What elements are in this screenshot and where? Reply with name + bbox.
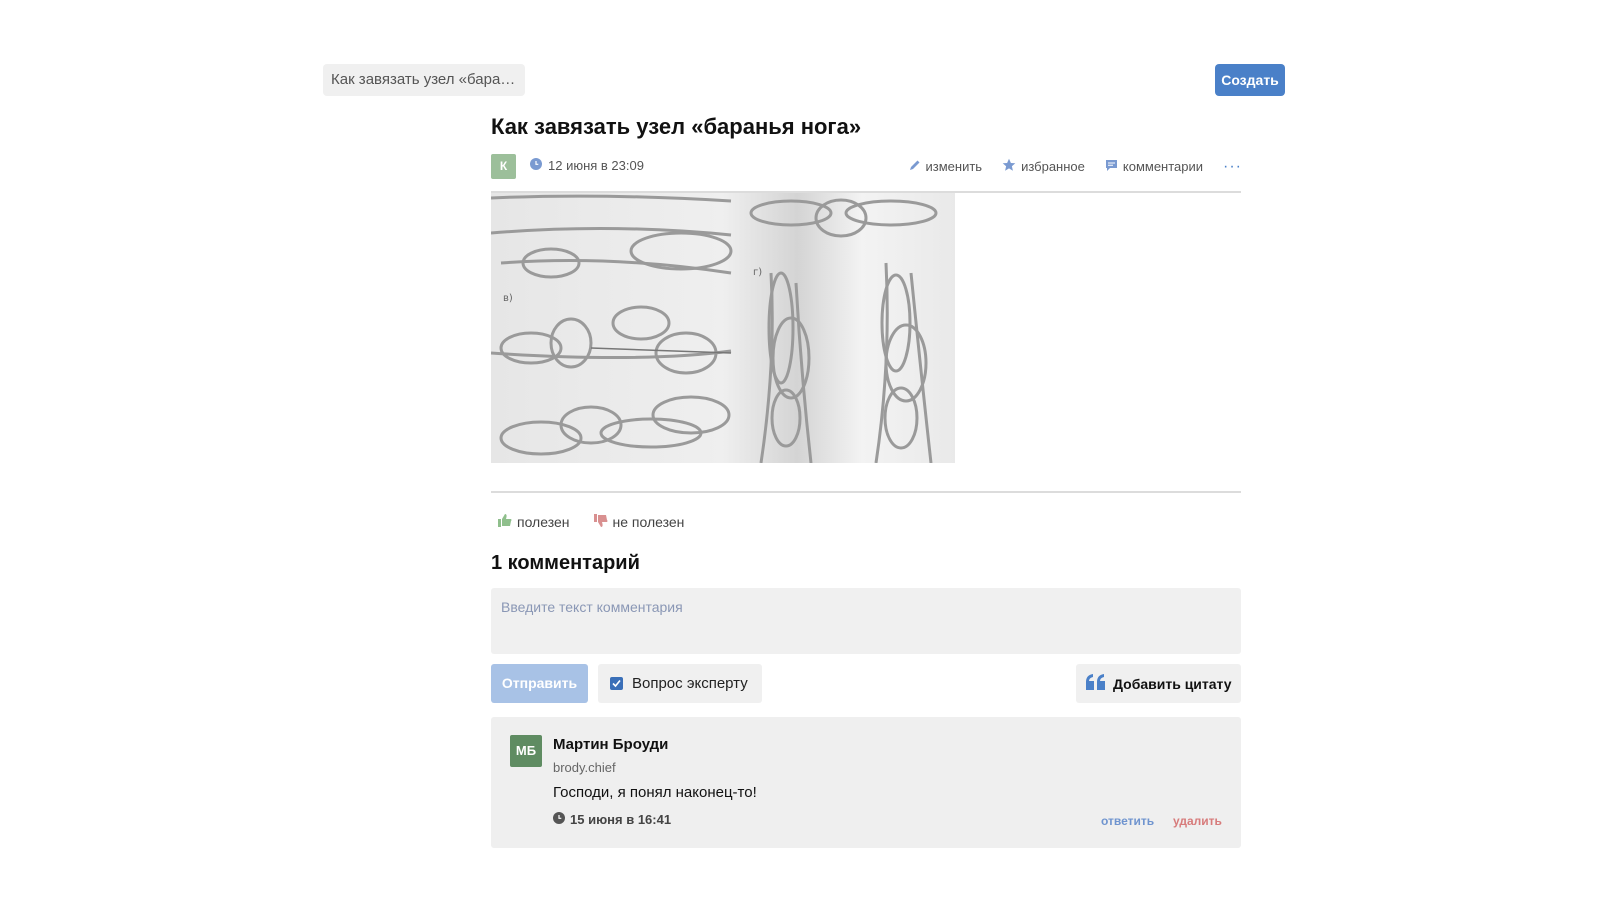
delete-link[interactable]: удалить: [1173, 814, 1222, 828]
clock-icon: [553, 812, 565, 827]
knot-diagram: в) г): [491, 194, 938, 463]
favorite-label: избранное: [1021, 159, 1085, 174]
avatar[interactable]: МБ: [510, 735, 542, 767]
not-useful-button[interactable]: не полезен: [593, 514, 685, 530]
expert-question-label: Вопрос эксперту: [632, 675, 748, 692]
clock-icon: [530, 158, 542, 173]
add-quote-button[interactable]: Добавить цитату: [1076, 664, 1241, 703]
comment-icon: [1105, 159, 1118, 175]
article-image: в) г): [491, 193, 955, 463]
comment-author[interactable]: Мартин Броуди: [553, 736, 668, 753]
author-avatar[interactable]: К: [491, 154, 516, 179]
vote-bar: полезен не полезен: [498, 514, 684, 530]
edit-label: изменить: [925, 159, 983, 174]
useful-label: полезен: [517, 514, 570, 530]
comments-label: комментарии: [1122, 159, 1204, 174]
thumbs-up-icon: [498, 514, 512, 530]
favorite-action[interactable]: избранное: [1002, 158, 1085, 175]
send-button[interactable]: Отправить: [491, 664, 588, 703]
comments-action[interactable]: комментарии: [1105, 159, 1203, 175]
quote-icon: [1086, 674, 1106, 693]
diagram-label-right: г): [753, 267, 762, 278]
article-actions: изменить избранное комментарии ···: [909, 158, 1243, 175]
star-icon: [1002, 158, 1016, 175]
comment-date-text: 15 июня в 16:41: [570, 812, 672, 827]
pencil-icon: [909, 159, 921, 174]
reply-link[interactable]: ответить: [1101, 814, 1154, 828]
create-button[interactable]: Создать: [1215, 64, 1285, 96]
comments-heading: 1 комментарий: [491, 552, 640, 574]
more-icon[interactable]: ···: [1223, 158, 1242, 174]
comment-date: 15 июня в 16:41: [553, 812, 671, 827]
diagram-label-left: в): [503, 293, 513, 304]
article-date-text: 12 июня в 23:09: [548, 158, 644, 173]
breadcrumb[interactable]: Как завязать узел «баранья нога»: [323, 64, 525, 96]
not-useful-label: не полезен: [612, 514, 685, 530]
article-date: 12 июня в 23:09: [530, 158, 644, 173]
comment-input[interactable]: Введите текст комментария: [491, 588, 1241, 654]
useful-button[interactable]: полезен: [498, 514, 570, 530]
divider: [491, 491, 1241, 493]
page-title: Как завязать узел «баранья нога»: [491, 114, 862, 139]
edit-action[interactable]: изменить: [909, 159, 983, 174]
checkbox-checked-icon[interactable]: [610, 677, 623, 690]
comment-text: Господи, я понял наконец-то!: [553, 784, 757, 801]
comment-login: brody.chief: [553, 760, 616, 775]
expert-question-toggle[interactable]: Вопрос эксперту: [598, 664, 762, 703]
thumbs-down-icon: [593, 514, 608, 530]
add-quote-label: Добавить цитату: [1113, 675, 1232, 692]
